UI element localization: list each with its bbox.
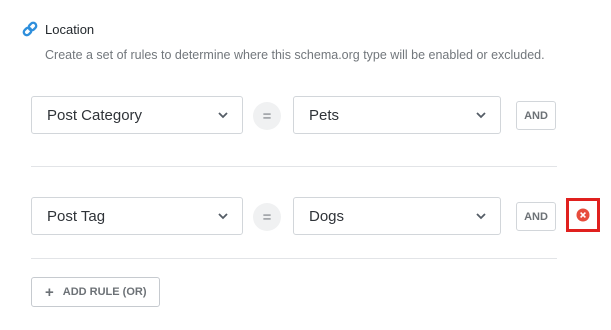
close-circle-icon	[576, 208, 590, 222]
location-rules-panel: Location Create a set of rules to determ…	[0, 0, 611, 330]
rule-param-select[interactable]: Post Tag	[31, 197, 243, 235]
chevron-down-icon	[218, 213, 228, 220]
and-button[interactable]: AND	[516, 101, 556, 130]
plus-icon: +	[45, 283, 54, 301]
remove-rule-button[interactable]	[566, 198, 600, 232]
link-icon	[21, 20, 39, 38]
rule-value-text: Pets	[309, 106, 340, 124]
chevron-down-icon	[218, 112, 228, 119]
section-title: Location	[45, 21, 95, 37]
section-description: Create a set of rules to determine where…	[45, 48, 545, 62]
and-button[interactable]: AND	[516, 202, 556, 231]
divider	[31, 258, 557, 259]
section-header: Location	[21, 19, 94, 39]
add-rule-label: ADD RULE (OR)	[62, 286, 147, 298]
rule-row: Post Category = Pets AND	[31, 96, 606, 136]
chevron-down-icon	[476, 112, 486, 119]
rule-value-select[interactable]: Dogs	[293, 197, 501, 235]
rule-param-value: Post Tag	[47, 207, 106, 225]
divider	[31, 166, 557, 167]
equals-operator: =	[253, 102, 281, 130]
rule-row: Post Tag = Dogs AND	[31, 197, 606, 237]
rule-param-value: Post Category	[47, 106, 143, 124]
add-rule-button[interactable]: + ADD RULE (OR)	[31, 277, 160, 307]
rule-value-text: Dogs	[309, 207, 345, 225]
rule-param-select[interactable]: Post Category	[31, 96, 243, 134]
equals-operator: =	[253, 203, 281, 231]
rule-value-select[interactable]: Pets	[293, 96, 501, 134]
chevron-down-icon	[476, 213, 486, 220]
